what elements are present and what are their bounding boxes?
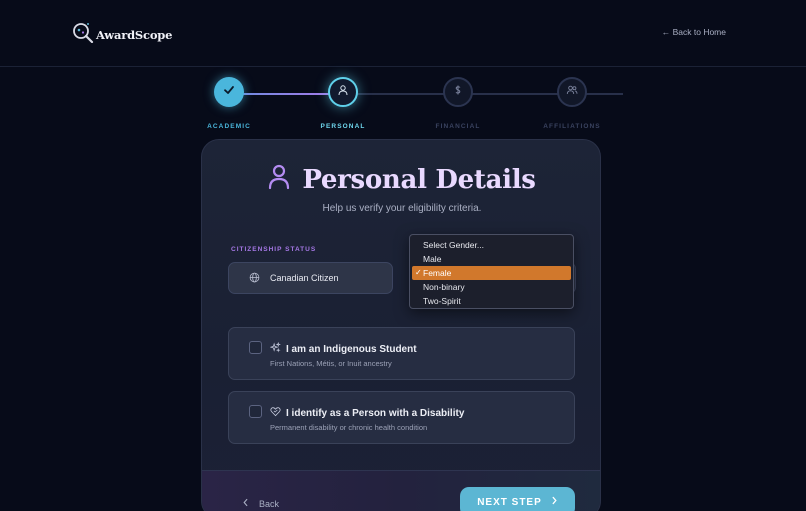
chevron-left-icon bbox=[242, 498, 249, 509]
citizenship-value: Canadian Citizen bbox=[270, 273, 339, 283]
indigenous-checkbox[interactable] bbox=[249, 341, 262, 354]
gender-option[interactable]: Two-Spirit bbox=[412, 294, 571, 308]
gender-option-label: Female bbox=[423, 268, 452, 278]
card-title-row: Personal Details bbox=[202, 164, 600, 195]
disability-checkbox[interactable] bbox=[249, 405, 262, 418]
gender-option[interactable]: Male bbox=[412, 252, 571, 266]
page-subtitle: Help us verify your eligibility criteria… bbox=[322, 203, 482, 214]
citizenship-status-label: CITIZENSHIP STATUS bbox=[231, 246, 317, 253]
disability-title-row: I identify as a Person with a Disability bbox=[270, 404, 464, 422]
personal-details-card: Personal Details Help us verify your eli… bbox=[201, 139, 601, 511]
magnifier-logo-icon bbox=[72, 21, 94, 48]
user-icon bbox=[337, 83, 349, 101]
disability-title: I identify as a Person with a Disability bbox=[286, 407, 465, 419]
user-icon bbox=[268, 164, 290, 195]
check-mark-icon: ✓ bbox=[415, 268, 422, 277]
gender-option-selected[interactable]: ✓ Female bbox=[412, 266, 571, 280]
back-button[interactable]: Back bbox=[242, 498, 279, 509]
globe-icon bbox=[249, 272, 260, 285]
step-label-personal: PERSONAL bbox=[320, 123, 366, 130]
step-label-affiliations: AFFILIATIONS bbox=[543, 123, 601, 130]
step-personal[interactable] bbox=[328, 77, 358, 107]
users-icon bbox=[566, 83, 578, 101]
stepper-progress-completed bbox=[229, 93, 343, 95]
logo-text: AwardScope bbox=[96, 27, 173, 42]
sparkles-icon bbox=[269, 340, 281, 358]
step-academic[interactable] bbox=[214, 77, 244, 107]
indigenous-student-option[interactable]: I am an Indigenous Student First Nations… bbox=[228, 327, 575, 380]
back-label: Back bbox=[259, 498, 280, 509]
next-step-label: NEXT STEP bbox=[477, 496, 542, 508]
disability-option[interactable]: I identify as a Person with a Disability… bbox=[228, 391, 575, 444]
check-icon bbox=[223, 83, 235, 101]
step-affiliations[interactable] bbox=[557, 77, 587, 107]
dollar-icon bbox=[452, 83, 464, 101]
back-to-home-link[interactable]: ← Back to Home bbox=[662, 27, 726, 37]
step-financial[interactable] bbox=[443, 77, 473, 107]
next-step-button[interactable]: NEXT STEP bbox=[460, 487, 575, 511]
step-label-financial: FINANCIAL bbox=[435, 123, 481, 130]
page-title: Personal Details bbox=[302, 164, 536, 195]
top-header: AwardScope ← Back to Home bbox=[0, 0, 806, 67]
indigenous-title-row: I am an Indigenous Student bbox=[269, 340, 417, 358]
gender-option[interactable]: Select Gender... bbox=[412, 238, 571, 252]
gender-option[interactable]: Non-binary bbox=[412, 280, 571, 294]
gender-dropdown-menu: Select Gender... Male ✓ Female Non-binar… bbox=[409, 234, 574, 309]
indigenous-subtitle: First Nations, Métis, or Inuit ancestry bbox=[270, 359, 392, 368]
disability-subtitle: Permanent disability or chronic health c… bbox=[270, 423, 428, 432]
heart-handshake-icon bbox=[270, 404, 281, 422]
chevron-right-icon bbox=[551, 496, 558, 508]
step-label-academic: ACADEMIC bbox=[207, 123, 251, 130]
citizenship-select[interactable]: Canadian Citizen bbox=[228, 262, 393, 294]
indigenous-title: I am an Indigenous Student bbox=[286, 343, 417, 355]
logo[interactable]: AwardScope bbox=[72, 21, 172, 48]
